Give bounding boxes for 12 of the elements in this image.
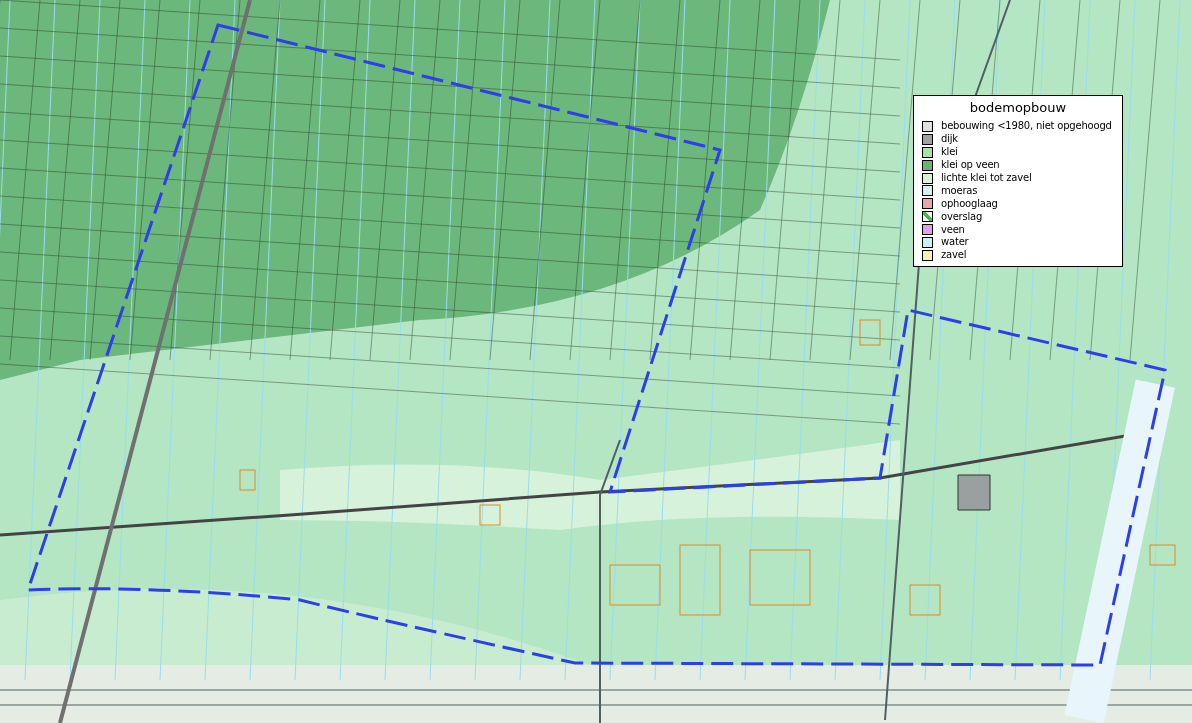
legend-label: lichte klei tot zavel: [941, 172, 1032, 184]
legend-title: bodemopbouw: [968, 100, 1068, 115]
legend-label: overslag: [941, 210, 983, 223]
legend-label: veen: [941, 223, 965, 236]
legend-label: water: [941, 236, 969, 249]
legend-label: zavel: [941, 249, 967, 262]
legend-label: klei: [941, 146, 958, 159]
legend-label: klei op veen: [941, 159, 1000, 172]
legend-label: dijk: [941, 133, 958, 146]
legend-label: ophooglaag: [941, 197, 998, 210]
legend-label: moeras: [941, 184, 978, 197]
legend-label: bebouwing <1980, niet opgehoogd: [941, 120, 1112, 133]
